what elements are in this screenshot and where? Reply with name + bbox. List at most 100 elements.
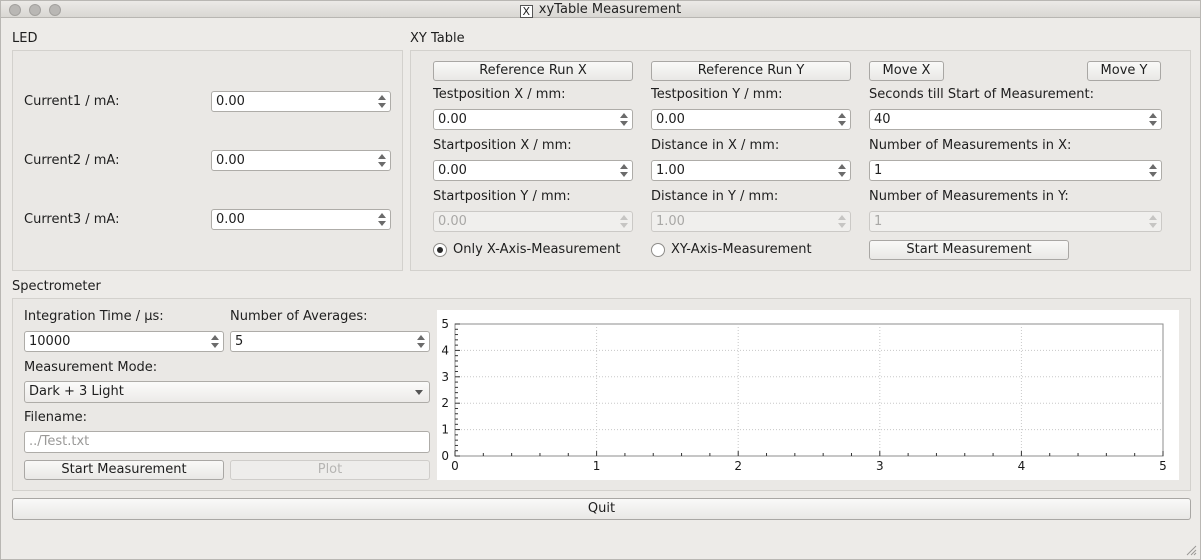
x11-logo-icon: X (519, 5, 533, 18)
startposition-x-spinbox[interactable]: 0.00 (433, 160, 633, 181)
y-tick-label: 4 (441, 343, 449, 357)
plot-frame (454, 323, 1164, 457)
spin-arrows-icon (837, 213, 848, 230)
spectrometer-group-title: Spectrometer (12, 279, 101, 294)
window-title: xyTable Measurement (538, 2, 682, 17)
quit-button[interactable]: Quit (12, 498, 1191, 520)
distance-x-spinbox[interactable]: 1.00 (651, 160, 851, 181)
x-tick-label: 0 (451, 459, 459, 473)
reference-run-x-button[interactable]: Reference Run X (433, 61, 633, 81)
current2-spinbox[interactable]: 0.00 (211, 150, 391, 171)
current2-value: 0.00 (216, 153, 245, 168)
xy-axis-radio[interactable] (651, 243, 665, 257)
spin-arrows-icon[interactable] (837, 111, 848, 128)
startposition-y-value: 0.00 (438, 214, 467, 229)
spin-arrows-icon[interactable] (416, 333, 427, 350)
x-tick-label: 3 (876, 459, 884, 473)
resize-grip-icon[interactable] (1185, 544, 1197, 556)
window-title-wrap: XxyTable Measurement (1, 2, 1200, 18)
distance-x-value: 1.00 (656, 163, 685, 178)
testposition-x-spinbox[interactable]: 0.00 (433, 109, 633, 130)
title-bar: XxyTable Measurement (1, 1, 1200, 18)
testposition-y-value: 0.00 (656, 112, 685, 127)
spin-arrows-icon[interactable] (619, 111, 630, 128)
xy-start-measurement-button[interactable]: Start Measurement (869, 240, 1069, 260)
spin-arrows-icon (619, 213, 630, 230)
y-tick-label: 3 (441, 370, 449, 384)
measurement-mode-select[interactable]: Dark + 3 Light (24, 381, 430, 403)
startposition-x-label: Startposition X / mm: (433, 138, 572, 153)
x-tick-label: 2 (734, 459, 742, 473)
spin-arrows-icon[interactable] (210, 333, 221, 350)
testposition-x-value: 0.00 (438, 112, 467, 127)
spin-arrows-icon[interactable] (377, 211, 388, 228)
spin-arrows-icon[interactable] (377, 93, 388, 110)
current3-value: 0.00 (216, 212, 245, 227)
num-measurements-x-spinbox[interactable]: 1 (869, 160, 1162, 181)
testposition-y-spinbox[interactable]: 0.00 (651, 109, 851, 130)
distance-y-value: 1.00 (656, 214, 685, 229)
spectrometer-start-measurement-button[interactable]: Start Measurement (24, 460, 224, 480)
distance-y-label: Distance in Y / mm: (651, 189, 779, 204)
spin-arrows-icon[interactable] (1148, 111, 1159, 128)
xy-axis-label[interactable]: XY-Axis-Measurement (671, 242, 812, 257)
x-tick-label: 4 (1018, 459, 1026, 473)
y-tick-label: 2 (441, 396, 449, 410)
main-window: XxyTable Measurement LED Current1 / mA: … (0, 0, 1201, 560)
x-tick-label: 1 (593, 459, 601, 473)
startposition-y-label: Startposition Y / mm: (433, 189, 571, 204)
startposition-y-spinbox[interactable]: 0.00 (433, 211, 633, 232)
y-tick-label: 5 (441, 317, 449, 331)
xy-group-title: XY Table (410, 31, 465, 46)
spectrum-plot-svg: 0 1 2 3 4 5 0 1 2 3 4 5 (441, 317, 1167, 473)
only-x-axis-radio[interactable] (433, 243, 447, 257)
led-group-title: LED (12, 31, 38, 46)
reference-run-y-button[interactable]: Reference Run Y (651, 61, 851, 81)
x-tick-label: 5 (1159, 459, 1167, 473)
spin-arrows-icon[interactable] (377, 152, 388, 169)
y-tick-label: 0 (441, 449, 449, 463)
num-measurements-x-value: 1 (874, 163, 883, 178)
spin-arrows-icon[interactable] (1148, 162, 1159, 179)
spectrum-plot: 0 1 2 3 4 5 0 1 2 3 4 5 (437, 310, 1179, 480)
y-tick-label: 1 (441, 423, 449, 437)
seconds-till-start-spinbox[interactable]: 40 (869, 109, 1162, 130)
distance-x-label: Distance in X / mm: (651, 138, 780, 153)
seconds-till-start-label: Seconds till Start of Measurement: (869, 87, 1094, 102)
num-measurements-y-spinbox[interactable]: 1 (869, 211, 1162, 232)
radio-selected-dot-icon (437, 247, 443, 253)
plot-button[interactable]: Plot (230, 460, 430, 480)
measurement-mode-label: Measurement Mode: (24, 360, 158, 375)
spin-arrows-icon[interactable] (837, 162, 848, 179)
measurement-mode-value: Dark + 3 Light (29, 384, 124, 399)
current1-value: 0.00 (216, 94, 245, 109)
filename-label: Filename: (24, 410, 88, 425)
number-of-averages-value: 5 (235, 334, 244, 349)
filename-input[interactable]: ../Test.txt (24, 431, 430, 453)
chevron-down-icon (415, 390, 423, 395)
num-measurements-y-value: 1 (874, 214, 883, 229)
num-measurements-y-label: Number of Measurements in Y: (869, 189, 1069, 204)
integration-time-spinbox[interactable]: 10000 (24, 331, 224, 352)
distance-y-spinbox[interactable]: 1.00 (651, 211, 851, 232)
move-y-button[interactable]: Move Y (1087, 61, 1161, 81)
current2-label: Current2 / mA: (24, 153, 120, 168)
num-measurements-x-label: Number of Measurements in X: (869, 138, 1072, 153)
integration-time-value: 10000 (29, 334, 71, 349)
number-of-averages-spinbox[interactable]: 5 (230, 331, 430, 352)
move-x-button[interactable]: Move X (869, 61, 944, 81)
current3-label: Current3 / mA: (24, 212, 120, 227)
spin-arrows-icon (1148, 213, 1159, 230)
integration-time-label: Integration Time / µs: (24, 309, 164, 324)
current1-label: Current1 / mA: (24, 94, 120, 109)
only-x-axis-label[interactable]: Only X-Axis-Measurement (453, 242, 620, 257)
testposition-y-label: Testposition Y / mm: (651, 87, 783, 102)
current3-spinbox[interactable]: 0.00 (211, 209, 391, 230)
current1-spinbox[interactable]: 0.00 (211, 91, 391, 112)
seconds-till-start-value: 40 (874, 112, 891, 127)
filename-placeholder: ../Test.txt (29, 434, 90, 449)
startposition-x-value: 0.00 (438, 163, 467, 178)
spin-arrows-icon[interactable] (619, 162, 630, 179)
testposition-x-label: Testposition X / mm: (433, 87, 566, 102)
number-of-averages-label: Number of Averages: (230, 309, 368, 324)
